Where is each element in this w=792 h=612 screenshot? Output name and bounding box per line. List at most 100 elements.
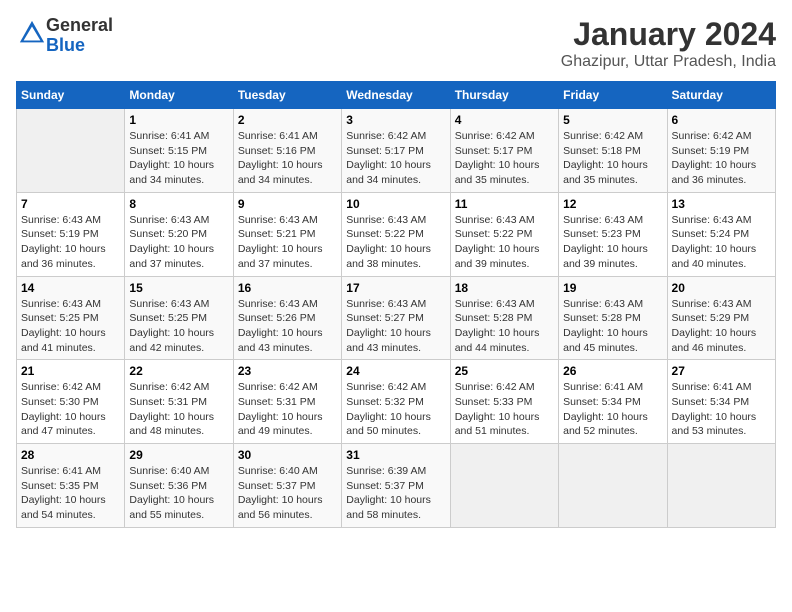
col-header-wednesday: Wednesday bbox=[342, 82, 450, 109]
logo: General Blue bbox=[16, 16, 113, 56]
calendar-cell: 24 Sunrise: 6:42 AMSunset: 5:32 PMDayligh… bbox=[342, 360, 450, 444]
calendar-cell: 10Sunrise: 6:43 AMSunset: 5:22 PMDayligh… bbox=[342, 192, 450, 276]
day-info: Sunrise: 6:43 AMSunset: 5:25 PMDaylight:… bbox=[129, 297, 228, 356]
calendar-cell: 23 Sunrise: 6:42 AMSunset: 5:31 PMDayligh… bbox=[233, 360, 341, 444]
calendar-cell: 9 Sunrise: 6:43 AMSunset: 5:21 PMDaylight… bbox=[233, 192, 341, 276]
day-info: Sunrise: 6:41 AMSunset: 5:16 PMDaylight:… bbox=[238, 129, 337, 188]
calendar-cell: 12 Sunrise: 6:43 AMSunset: 5:23 PMDayligh… bbox=[559, 192, 667, 276]
day-info: Sunrise: 6:43 AMSunset: 5:28 PMDaylight:… bbox=[455, 297, 554, 356]
day-number: 26 bbox=[563, 364, 662, 378]
day-number: 12 bbox=[563, 197, 662, 211]
day-number: 20 bbox=[672, 281, 771, 295]
day-info: Sunrise: 6:42 AMSunset: 5:31 PMDaylight:… bbox=[238, 380, 337, 439]
main-title: January 2024 bbox=[561, 16, 776, 53]
day-number: 28 bbox=[21, 448, 120, 462]
day-info: Sunrise: 6:42 AMSunset: 5:33 PMDaylight:… bbox=[455, 380, 554, 439]
day-info: Sunrise: 6:41 AMSunset: 5:34 PMDaylight:… bbox=[672, 380, 771, 439]
col-header-friday: Friday bbox=[559, 82, 667, 109]
day-info: Sunrise: 6:42 AMSunset: 5:32 PMDaylight:… bbox=[346, 380, 445, 439]
day-number: 17 bbox=[346, 281, 445, 295]
day-info: Sunrise: 6:41 AMSunset: 5:15 PMDaylight:… bbox=[129, 129, 228, 188]
day-number: 9 bbox=[238, 197, 337, 211]
calendar-cell: 6 Sunrise: 6:42 AMSunset: 5:19 PMDaylight… bbox=[667, 109, 775, 193]
day-info: Sunrise: 6:42 AMSunset: 5:17 PMDaylight:… bbox=[455, 129, 554, 188]
day-number: 25 bbox=[455, 364, 554, 378]
title-block: January 2024 Ghazipur, Uttar Pradesh, In… bbox=[561, 16, 776, 71]
week-row-2: 7Sunrise: 6:43 AMSunset: 5:19 PMDaylight… bbox=[17, 192, 776, 276]
calendar-cell: 2 Sunrise: 6:41 AMSunset: 5:16 PMDaylight… bbox=[233, 109, 341, 193]
day-number: 16 bbox=[238, 281, 337, 295]
day-number: 27 bbox=[672, 364, 771, 378]
calendar-cell: 18 Sunrise: 6:43 AMSunset: 5:28 PMDayligh… bbox=[450, 276, 558, 360]
col-header-tuesday: Tuesday bbox=[233, 82, 341, 109]
week-row-3: 14 Sunrise: 6:43 AMSunset: 5:25 PMDayligh… bbox=[17, 276, 776, 360]
day-number: 14 bbox=[21, 281, 120, 295]
day-number: 7 bbox=[21, 197, 120, 211]
day-info: Sunrise: 6:42 AMSunset: 5:18 PMDaylight:… bbox=[563, 129, 662, 188]
day-info: Sunrise: 6:43 AMSunset: 5:23 PMDaylight:… bbox=[563, 213, 662, 272]
calendar-cell: 21 Sunrise: 6:42 AMSunset: 5:30 PMDayligh… bbox=[17, 360, 125, 444]
day-info: Sunrise: 6:43 AMSunset: 5:21 PMDaylight:… bbox=[238, 213, 337, 272]
day-info: Sunrise: 6:43 AMSunset: 5:27 PMDaylight:… bbox=[346, 297, 445, 356]
calendar-cell bbox=[450, 444, 558, 528]
calendar-cell: 11Sunrise: 6:43 AMSunset: 5:22 PMDayligh… bbox=[450, 192, 558, 276]
calendar-cell: 16Sunrise: 6:43 AMSunset: 5:26 PMDayligh… bbox=[233, 276, 341, 360]
day-number: 22 bbox=[129, 364, 228, 378]
calendar-table: SundayMondayTuesdayWednesdayThursdayFrid… bbox=[16, 81, 776, 528]
day-info: Sunrise: 6:43 AMSunset: 5:28 PMDaylight:… bbox=[563, 297, 662, 356]
calendar-cell: 15 Sunrise: 6:43 AMSunset: 5:25 PMDayligh… bbox=[125, 276, 233, 360]
day-number: 3 bbox=[346, 113, 445, 127]
day-number: 21 bbox=[21, 364, 120, 378]
day-info: Sunrise: 6:42 AMSunset: 5:19 PMDaylight:… bbox=[672, 129, 771, 188]
day-info: Sunrise: 6:42 AMSunset: 5:17 PMDaylight:… bbox=[346, 129, 445, 188]
day-info: Sunrise: 6:39 AMSunset: 5:37 PMDaylight:… bbox=[346, 464, 445, 523]
day-number: 13 bbox=[672, 197, 771, 211]
col-header-saturday: Saturday bbox=[667, 82, 775, 109]
calendar-body: 1 Sunrise: 6:41 AMSunset: 5:15 PMDaylight… bbox=[17, 109, 776, 528]
day-info: Sunrise: 6:43 AMSunset: 5:20 PMDaylight:… bbox=[129, 213, 228, 272]
day-number: 1 bbox=[129, 113, 228, 127]
calendar-cell: 7Sunrise: 6:43 AMSunset: 5:19 PMDaylight… bbox=[17, 192, 125, 276]
day-info: Sunrise: 6:40 AMSunset: 5:36 PMDaylight:… bbox=[129, 464, 228, 523]
col-header-monday: Monday bbox=[125, 82, 233, 109]
day-number: 6 bbox=[672, 113, 771, 127]
day-number: 8 bbox=[129, 197, 228, 211]
week-row-5: 28 Sunrise: 6:41 AMSunset: 5:35 PMDayligh… bbox=[17, 444, 776, 528]
day-number: 18 bbox=[455, 281, 554, 295]
day-info: Sunrise: 6:42 AMSunset: 5:30 PMDaylight:… bbox=[21, 380, 120, 439]
day-number: 30 bbox=[238, 448, 337, 462]
day-number: 29 bbox=[129, 448, 228, 462]
day-number: 2 bbox=[238, 113, 337, 127]
day-info: Sunrise: 6:43 AMSunset: 5:29 PMDaylight:… bbox=[672, 297, 771, 356]
calendar-cell: 4Sunrise: 6:42 AMSunset: 5:17 PMDaylight… bbox=[450, 109, 558, 193]
calendar-cell: 13Sunrise: 6:43 AMSunset: 5:24 PMDayligh… bbox=[667, 192, 775, 276]
day-info: Sunrise: 6:43 AMSunset: 5:22 PMDaylight:… bbox=[346, 213, 445, 272]
logo-general: General bbox=[46, 16, 113, 36]
calendar-cell bbox=[17, 109, 125, 193]
calendar-cell bbox=[667, 444, 775, 528]
col-header-thursday: Thursday bbox=[450, 82, 558, 109]
day-info: Sunrise: 6:42 AMSunset: 5:31 PMDaylight:… bbox=[129, 380, 228, 439]
day-number: 31 bbox=[346, 448, 445, 462]
calendar-cell: 30 Sunrise: 6:40 AMSunset: 5:37 PMDayligh… bbox=[233, 444, 341, 528]
calendar-cell: 27 Sunrise: 6:41 AMSunset: 5:34 PMDayligh… bbox=[667, 360, 775, 444]
calendar-cell: 5 Sunrise: 6:42 AMSunset: 5:18 PMDaylight… bbox=[559, 109, 667, 193]
calendar-cell: 28 Sunrise: 6:41 AMSunset: 5:35 PMDayligh… bbox=[17, 444, 125, 528]
calendar-cell: 26 Sunrise: 6:41 AMSunset: 5:34 PMDayligh… bbox=[559, 360, 667, 444]
day-number: 19 bbox=[563, 281, 662, 295]
col-header-sunday: Sunday bbox=[17, 82, 125, 109]
day-number: 15 bbox=[129, 281, 228, 295]
calendar-header-row: SundayMondayTuesdayWednesdayThursdayFrid… bbox=[17, 82, 776, 109]
logo-blue: Blue bbox=[46, 36, 113, 56]
day-info: Sunrise: 6:41 AMSunset: 5:34 PMDaylight:… bbox=[563, 380, 662, 439]
day-info: Sunrise: 6:43 AMSunset: 5:22 PMDaylight:… bbox=[455, 213, 554, 272]
day-number: 23 bbox=[238, 364, 337, 378]
calendar-cell: 3 Sunrise: 6:42 AMSunset: 5:17 PMDaylight… bbox=[342, 109, 450, 193]
calendar-cell: 17 Sunrise: 6:43 AMSunset: 5:27 PMDayligh… bbox=[342, 276, 450, 360]
day-info: Sunrise: 6:40 AMSunset: 5:37 PMDaylight:… bbox=[238, 464, 337, 523]
day-number: 5 bbox=[563, 113, 662, 127]
day-number: 24 bbox=[346, 364, 445, 378]
calendar-cell: 19 Sunrise: 6:43 AMSunset: 5:28 PMDayligh… bbox=[559, 276, 667, 360]
calendar-cell bbox=[559, 444, 667, 528]
day-info: Sunrise: 6:41 AMSunset: 5:35 PMDaylight:… bbox=[21, 464, 120, 523]
